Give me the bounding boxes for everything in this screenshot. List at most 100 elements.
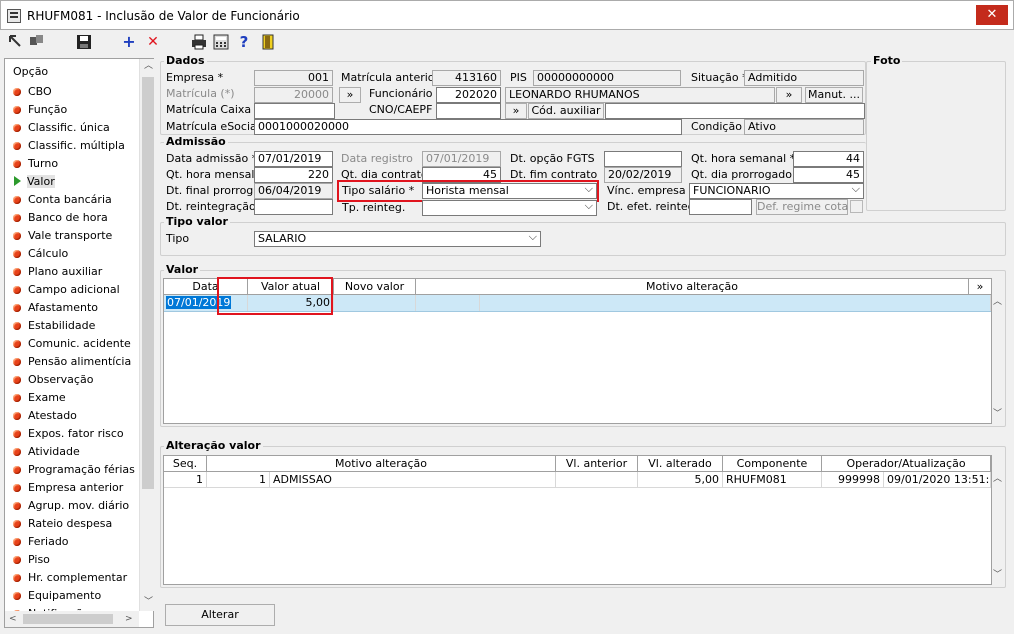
- condicao-field[interactable]: Ativo: [744, 119, 864, 135]
- hscroll-thumb[interactable]: [23, 614, 113, 624]
- nav-item-13[interactable]: Estabilidade: [11, 317, 143, 335]
- qt-hora-mensal-field[interactable]: 220: [254, 167, 333, 183]
- table-row[interactable]: 07/01/2019 5,00: [164, 295, 991, 312]
- empresa-field[interactable]: 001: [254, 70, 333, 86]
- delete-icon[interactable]: ✕: [145, 34, 161, 50]
- alteracao-scroll-up-icon[interactable]: ︿: [993, 474, 1002, 484]
- nav-item-25[interactable]: Feriado: [11, 533, 143, 551]
- nav-item-17[interactable]: Exame: [11, 389, 143, 407]
- def-regime-cota-button[interactable]: Def. regime cota: [756, 199, 848, 215]
- scroll-right-icon[interactable]: >: [125, 614, 133, 624]
- nav-item-27[interactable]: Hr. complementar: [11, 569, 143, 587]
- nav-horizontal-scrollbar[interactable]: < >: [5, 611, 139, 627]
- data-registro-field[interactable]: 07/01/2019: [422, 151, 501, 167]
- cno-field[interactable]: [436, 103, 501, 119]
- valor-cell-valor-atual[interactable]: 5,00: [248, 295, 334, 311]
- valor-cell-novo-valor[interactable]: [334, 295, 416, 311]
- alteracao-scroll-down-icon[interactable]: ﹀: [993, 570, 1002, 580]
- alteracao-header-vl-anterior[interactable]: Vl. anterior: [556, 456, 638, 472]
- nav-item-22[interactable]: Empresa anterior: [11, 479, 143, 497]
- nav-item-15[interactable]: Pensão alimentícia: [11, 353, 143, 371]
- situacao-field[interactable]: Admitido: [744, 70, 864, 86]
- nav-item-5[interactable]: Valor: [11, 173, 143, 191]
- nav-vertical-scrollbar[interactable]: ︿ ﹀: [139, 59, 155, 611]
- matricula-caixa-field[interactable]: [254, 103, 335, 119]
- dt-reintegracao-field[interactable]: [254, 199, 333, 215]
- nav-item-14[interactable]: Comunic. acidente: [11, 335, 143, 353]
- nav-item-24[interactable]: Rateio despesa: [11, 515, 143, 533]
- nav-item-11[interactable]: Campo adicional: [11, 281, 143, 299]
- nav-item-16[interactable]: Observação: [11, 371, 143, 389]
- valor-grid[interactable]: Data Valor atual Novo valor Motivo alter…: [163, 278, 1002, 424]
- nav-item-19[interactable]: Expos. fator risco: [11, 425, 143, 443]
- valor-cell-data[interactable]: 07/01/2019: [164, 295, 248, 311]
- scroll-thumb[interactable]: [142, 77, 154, 489]
- vinc-empresa-select[interactable]: FUNCIONARIO: [689, 183, 864, 199]
- valor-header-data[interactable]: Data: [164, 279, 248, 295]
- cod-auxiliar-button[interactable]: Cód. auxiliar: [528, 103, 604, 119]
- valor-cell-motivo[interactable]: [480, 295, 991, 311]
- alteracao-cell-seq[interactable]: 1: [164, 472, 207, 488]
- tipo-select[interactable]: SALARIO: [254, 231, 541, 247]
- alteracao-header-vl-alterado[interactable]: Vl. alterado: [638, 456, 723, 472]
- nav-item-0[interactable]: CBO: [11, 83, 143, 101]
- alteracao-header-seq[interactable]: Seq.: [164, 456, 207, 472]
- alteracao-cell-operador[interactable]: 999998: [822, 472, 884, 488]
- tipo-salario-select[interactable]: Horista mensal: [422, 183, 597, 199]
- manut-button[interactable]: Manut. ...: [805, 87, 863, 103]
- tp-reinteg-select[interactable]: [422, 200, 597, 216]
- scroll-down-icon[interactable]: ﹀: [144, 597, 153, 607]
- nav-item-6[interactable]: Conta bancária: [11, 191, 143, 209]
- alteracao-cell-motivo-codigo[interactable]: 1: [207, 472, 270, 488]
- valor-header-valor-atual[interactable]: Valor atual: [248, 279, 334, 295]
- alteracao-header-operador[interactable]: Operador/Atualização: [822, 456, 991, 472]
- scroll-up-icon[interactable]: ︿: [144, 61, 153, 71]
- nav-item-9[interactable]: Cálculo: [11, 245, 143, 263]
- nav-item-3[interactable]: Classific. múltipla: [11, 137, 143, 155]
- alteracao-cell-vl-alterado[interactable]: 5,00: [638, 472, 723, 488]
- dt-final-prorrog-field[interactable]: 06/04/2019: [254, 183, 333, 199]
- help-icon[interactable]: ?: [236, 34, 252, 50]
- alteracao-header-componente[interactable]: Componente: [723, 456, 822, 472]
- matricula-anterior-field[interactable]: 413160: [432, 70, 501, 86]
- nav-item-18[interactable]: Atestado: [11, 407, 143, 425]
- nav-first-icon[interactable]: [7, 34, 23, 50]
- dt-opcao-fgts-field[interactable]: [604, 151, 682, 167]
- nav-back-icon[interactable]: [29, 34, 45, 50]
- nav-item-12[interactable]: Afastamento: [11, 299, 143, 317]
- nav-item-4[interactable]: Turno: [11, 155, 143, 173]
- valor-header-novo-valor[interactable]: Novo valor: [334, 279, 416, 295]
- alteracao-grid[interactable]: Seq. Motivo alteração Vl. anterior Vl. a…: [163, 455, 1002, 585]
- matricula-esocial-field[interactable]: 0001000020000: [254, 119, 682, 135]
- nav-item-1[interactable]: Função: [11, 101, 143, 119]
- def-regime-cota-checkbox[interactable]: [850, 200, 863, 213]
- matricula-field[interactable]: 20000: [254, 87, 333, 103]
- alteracao-cell-atualizacao[interactable]: 09/01/2020 13:51:35: [884, 472, 991, 488]
- qt-dia-prorrogado-field[interactable]: 45: [793, 167, 864, 183]
- alteracao-cell-motivo[interactable]: ADMISSAO: [270, 472, 556, 488]
- dt-fim-contrato-field[interactable]: 20/02/2019: [604, 167, 682, 183]
- dt-efet-reinteg-field[interactable]: [689, 199, 752, 215]
- valor-cell-motivo-codigo[interactable]: [416, 295, 480, 311]
- qt-hora-semanal-field[interactable]: 44: [793, 151, 864, 167]
- alterar-button[interactable]: Alterar: [165, 604, 275, 626]
- funcionario-expand-button[interactable]: »: [776, 87, 802, 103]
- valor-header-motivo[interactable]: Motivo alteração: [416, 279, 969, 295]
- nav-item-20[interactable]: Atividade: [11, 443, 143, 461]
- calculator-icon[interactable]: [213, 34, 229, 50]
- nav-item-8[interactable]: Vale transporte: [11, 227, 143, 245]
- nav-item-26[interactable]: Piso: [11, 551, 143, 569]
- save-icon[interactable]: [76, 34, 92, 50]
- qt-dia-contrato-field[interactable]: 45: [422, 167, 501, 183]
- exit-icon[interactable]: [260, 34, 276, 50]
- valor-scroll-up-icon[interactable]: ︿: [993, 297, 1002, 307]
- add-icon[interactable]: +: [121, 34, 137, 50]
- nav-item-7[interactable]: Banco de hora: [11, 209, 143, 227]
- dt-admissao-field[interactable]: 07/01/2019: [254, 151, 333, 167]
- valor-expand-button[interactable]: »: [969, 279, 991, 295]
- print-icon[interactable]: [191, 34, 207, 50]
- alteracao-cell-componente[interactable]: RHUFM081: [723, 472, 822, 488]
- nav-item-23[interactable]: Agrup. mov. diário: [11, 497, 143, 515]
- alteracao-header-motivo[interactable]: Motivo alteração: [207, 456, 556, 472]
- table-row[interactable]: 1 1 ADMISSAO 5,00 RHUFM081 999998 09/01/…: [164, 472, 991, 488]
